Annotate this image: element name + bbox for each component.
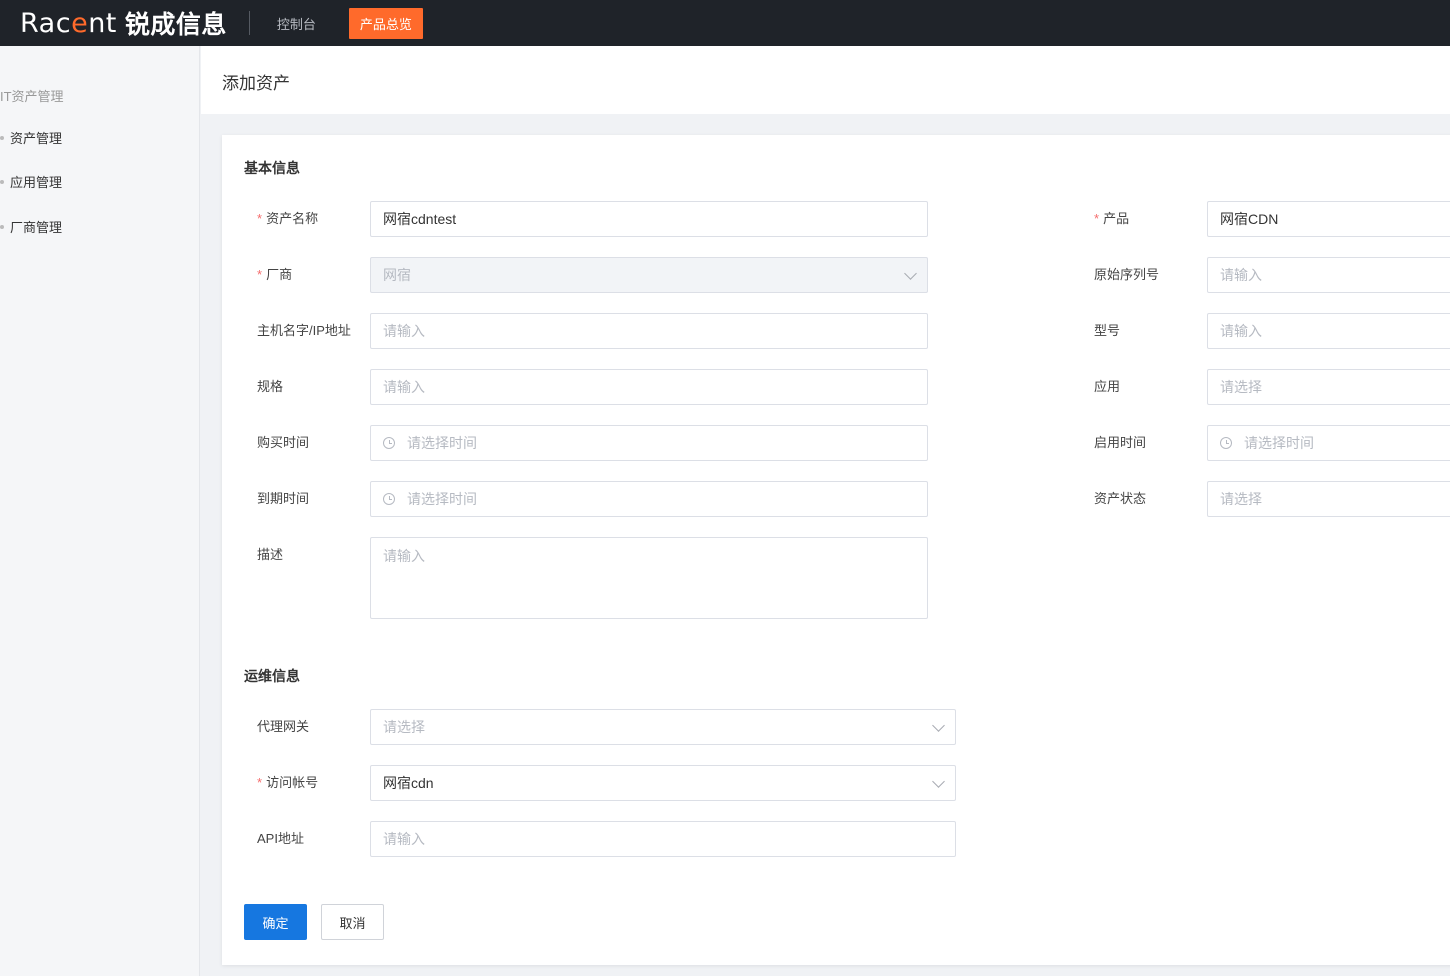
vendor-label: * 厂商 <box>257 267 293 282</box>
sidebar: IT资产管理 资产管理 应用管理 厂商管理 <box>0 46 200 976</box>
application-label: 应用 <box>1094 379 1121 394</box>
description-textarea[interactable]: 请输入 <box>370 537 928 619</box>
clock-icon <box>383 437 395 449</box>
page-title: 添加资产 <box>222 74 290 93</box>
bullet-icon <box>0 179 4 184</box>
topbar-divider <box>248 11 250 35</box>
purchase-time-picker[interactable]: 请选择时间 <box>370 425 928 461</box>
serial-input[interactable]: 请输入 <box>1207 257 1450 293</box>
bullet-icon <box>0 135 4 140</box>
expire-time-picker[interactable]: 请选择时间 <box>370 481 928 517</box>
sidebar-item-app-management[interactable]: 应用管理 <box>0 172 62 191</box>
sidebar-item-label: 厂商管理 <box>10 220 63 235</box>
chevron-down-icon <box>932 719 945 732</box>
sidebar-group-title: IT资产管理 <box>0 89 64 104</box>
gateway-label: 代理网关 <box>257 719 310 734</box>
product-label: * 产品 <box>1094 211 1130 226</box>
access-account-select[interactable]: 网宿cdn <box>370 765 956 801</box>
account-label: * 访问帐号 <box>257 775 319 790</box>
api-address-input[interactable]: 请输入 <box>370 821 956 857</box>
section-title-basic: 基本信息 <box>244 160 300 176</box>
proxy-gateway-select[interactable]: 请选择 <box>370 709 956 745</box>
asset-status-label: 资产状态 <box>1094 491 1147 506</box>
enable-time-picker[interactable]: 请选择时间 <box>1207 425 1450 461</box>
clock-icon <box>1220 437 1232 449</box>
expire-time-label: 到期时间 <box>257 491 310 506</box>
expire-time-placeholder: 请选择时间 <box>407 491 477 507</box>
application-select[interactable]: 请选择 <box>1207 369 1450 405</box>
product-input[interactable]: 网宿CDN <box>1207 201 1450 237</box>
gateway-placeholder: 请选择 <box>383 719 425 735</box>
section-title-ops: 运维信息 <box>244 668 300 684</box>
sidebar-item-label: 资产管理 <box>10 131 63 146</box>
brand-logo[interactable]: Racent 锐成信息 <box>20 5 227 41</box>
page-header: 添加资产 <box>201 46 1450 114</box>
host-ip-input[interactable]: 请输入 <box>370 313 928 349</box>
purchase-time-placeholder: 请选择时间 <box>407 435 477 451</box>
brand-latin-wordmark: Racent <box>20 7 117 39</box>
vendor-select[interactable]: 网宿 <box>370 257 928 293</box>
add-asset-form: 基本信息 * 资产名称 网宿cdntest * 厂商 网宿 主机名字/IP地址 请输… <box>222 135 1450 965</box>
chevron-down-icon <box>932 775 945 788</box>
sidebar-item-vendor-management[interactable]: 厂商管理 <box>0 217 62 236</box>
required-mark: * <box>257 267 263 282</box>
brand-chinese-name: 锐成信息 <box>124 11 227 39</box>
asset-status-select[interactable]: 请选择 <box>1207 481 1450 517</box>
required-mark: * <box>257 775 263 790</box>
asset-name-label: * 资产名称 <box>257 211 319 226</box>
vendor-select-value: 网宿 <box>383 267 411 283</box>
nav-console[interactable]: 控制台 <box>277 14 316 33</box>
host-label: 主机名字/IP地址 <box>257 323 351 338</box>
confirm-button[interactable]: 确定 <box>244 904 307 940</box>
api-label: API地址 <box>257 831 304 846</box>
asset-name-input[interactable]: 网宿cdntest <box>370 201 928 237</box>
nav-product-overview[interactable]: 产品总览 <box>348 7 423 39</box>
required-mark: * <box>1094 211 1100 226</box>
serial-label: 原始序列号 <box>1094 267 1160 282</box>
spec-input[interactable]: 请输入 <box>370 369 928 405</box>
enable-time-placeholder: 请选择时间 <box>1244 435 1314 451</box>
description-label: 描述 <box>257 547 284 562</box>
spec-label: 规格 <box>257 379 284 394</box>
required-mark: * <box>257 211 263 226</box>
bullet-icon <box>0 224 4 229</box>
top-navigation-bar: Racent 锐成信息 控制台 产品总览 <box>0 0 1450 46</box>
purchase-time-label: 购买时间 <box>257 435 310 450</box>
chevron-down-icon <box>904 267 917 280</box>
model-input[interactable]: 请输入 <box>1207 313 1450 349</box>
sidebar-item-label: 应用管理 <box>10 175 63 190</box>
account-value: 网宿cdn <box>383 775 434 791</box>
sidebar-item-asset-management[interactable]: 资产管理 <box>0 128 62 147</box>
cancel-button[interactable]: 取消 <box>321 904 384 940</box>
model-label: 型号 <box>1094 323 1121 338</box>
clock-icon <box>383 493 395 505</box>
enable-time-label: 启用时间 <box>1094 435 1147 450</box>
